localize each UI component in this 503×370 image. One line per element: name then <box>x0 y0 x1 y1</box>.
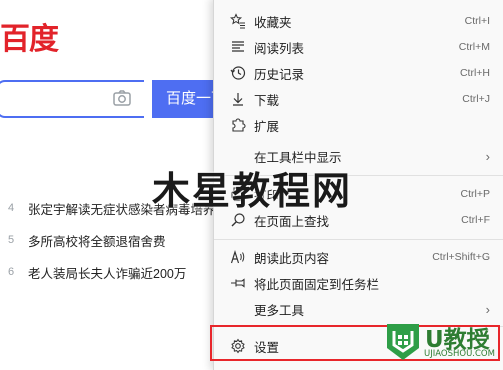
menu-item-label: 朗读此页内容 <box>254 251 330 266</box>
watermark-logo-url: UJIAOSHOU.COM <box>424 349 495 359</box>
pin-icon <box>230 275 246 291</box>
rank-number: 6 <box>8 266 15 278</box>
list-item-text[interactable]: 老人装局长夫人诈骗近200万 <box>28 263 186 282</box>
read-aloud-icon <box>230 249 246 265</box>
menu-item-read-aloud[interactable]: 朗读此页内容 Ctrl+Shift+G <box>214 244 503 270</box>
search-button[interactable]: 百度一下 <box>152 80 216 118</box>
shortcut-text: Ctrl+P <box>460 188 490 200</box>
menu-item-downloads[interactable]: 下载 Ctrl+J <box>214 86 503 112</box>
menu-item-reading-list[interactable]: 阅读列表 Ctrl+M <box>214 34 503 60</box>
rank-number: 5 <box>8 234 15 246</box>
reading-list-icon <box>230 39 246 55</box>
menu-item-label: 更多工具 <box>254 303 305 318</box>
watermark-text: 木星教程网 <box>152 169 353 213</box>
menu-item-label: 历史记录 <box>254 67 305 82</box>
menu-item-label: 将此页面固定到任务栏 <box>254 277 380 292</box>
download-icon <box>230 91 246 107</box>
list-item[interactable]: 6 老人装局长夫人诈骗近200万 <box>8 256 218 288</box>
favorites-icon <box>230 13 246 29</box>
extensions-icon <box>230 117 246 133</box>
shortcut-text: Ctrl+M <box>458 41 490 53</box>
menu-item-favorites[interactable]: 收藏夹 Ctrl+I <box>214 8 503 34</box>
baidu-logo: 百度 <box>0 23 59 56</box>
menu-item-extensions[interactable]: 扩展 <box>214 112 503 138</box>
list-item[interactable]: 5 多所高校将全额退宿舍费 <box>8 224 218 256</box>
shortcut-text: Ctrl+H <box>459 67 490 79</box>
menu-divider <box>214 239 503 240</box>
shortcut-text: Ctrl+F <box>461 214 490 226</box>
menu-item-history[interactable]: 历史记录 Ctrl+H <box>214 60 503 86</box>
history-icon <box>230 65 246 81</box>
chevron-right-icon: › <box>485 301 490 317</box>
shortcut-text: Ctrl+J <box>462 93 490 105</box>
list-item-text[interactable]: 多所高校将全额退宿舍费 <box>28 231 166 250</box>
rank-number: 4 <box>8 202 15 214</box>
menu-item-label: 下载 <box>254 93 280 108</box>
menu-item-pin-to-taskbar[interactable]: 将此页面固定到任务栏 <box>214 270 503 296</box>
menu-item-label: 收藏夹 <box>254 15 292 30</box>
menu-item-label: 扩展 <box>254 119 280 134</box>
shortcut-text: Ctrl+I <box>464 15 490 27</box>
chevron-right-icon: › <box>485 148 490 164</box>
camera-icon[interactable] <box>112 88 132 108</box>
shortcut-text: Ctrl+Shift+G <box>432 251 490 263</box>
menu-item-label: 阅读列表 <box>254 41 305 56</box>
